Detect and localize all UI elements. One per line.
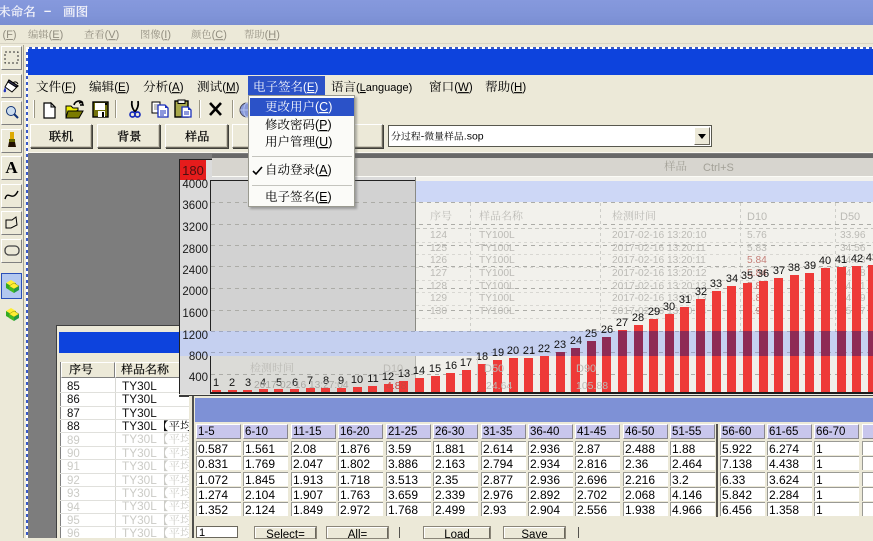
svg-text:(C): (C) bbox=[211, 29, 226, 41]
svg-text:TY30L: TY30L bbox=[122, 379, 157, 393]
svg-text:TY30L: TY30L bbox=[122, 406, 157, 420]
svg-text:(E): (E) bbox=[303, 82, 319, 94]
svg-text:TY30L: TY30L bbox=[122, 446, 157, 460]
svg-text:TY30L: TY30L bbox=[122, 459, 157, 473]
svg-text:(E): (E) bbox=[315, 190, 332, 204]
svg-text:(F): (F) bbox=[61, 82, 76, 94]
svg-text:(H): (H) bbox=[265, 29, 280, 41]
svg-text:(Language): (Language) bbox=[356, 82, 412, 94]
svg-text:(V): (V) bbox=[105, 29, 120, 41]
svg-text:(M): (M) bbox=[222, 82, 239, 94]
svg-text:TY30L: TY30L bbox=[122, 392, 157, 406]
svg-text:TY30L: TY30L bbox=[122, 500, 157, 514]
svg-text:TY30L: TY30L bbox=[122, 526, 157, 538]
svg-text:(W): (W) bbox=[454, 82, 473, 94]
svg-text:(C): (C) bbox=[315, 100, 332, 114]
svg-text:TY30L: TY30L bbox=[122, 473, 157, 487]
svg-text:(U): (U) bbox=[315, 135, 332, 149]
svg-text:TY30L: TY30L bbox=[122, 433, 157, 447]
svg-text:(E): (E) bbox=[49, 29, 64, 41]
svg-text:(P): (P) bbox=[315, 118, 332, 132]
svg-text:(E): (E) bbox=[114, 82, 130, 94]
svg-text:(A): (A) bbox=[168, 82, 184, 94]
svg-text:(H): (H) bbox=[510, 82, 526, 94]
svg-text:(I): (I) bbox=[161, 29, 171, 41]
svg-text:(A): (A) bbox=[315, 163, 332, 177]
svg-text:TY30L: TY30L bbox=[122, 513, 157, 527]
svg-text:-: - bbox=[421, 131, 425, 143]
svg-text:.sop: .sop bbox=[464, 131, 484, 143]
svg-text:TY30L: TY30L bbox=[122, 486, 157, 500]
